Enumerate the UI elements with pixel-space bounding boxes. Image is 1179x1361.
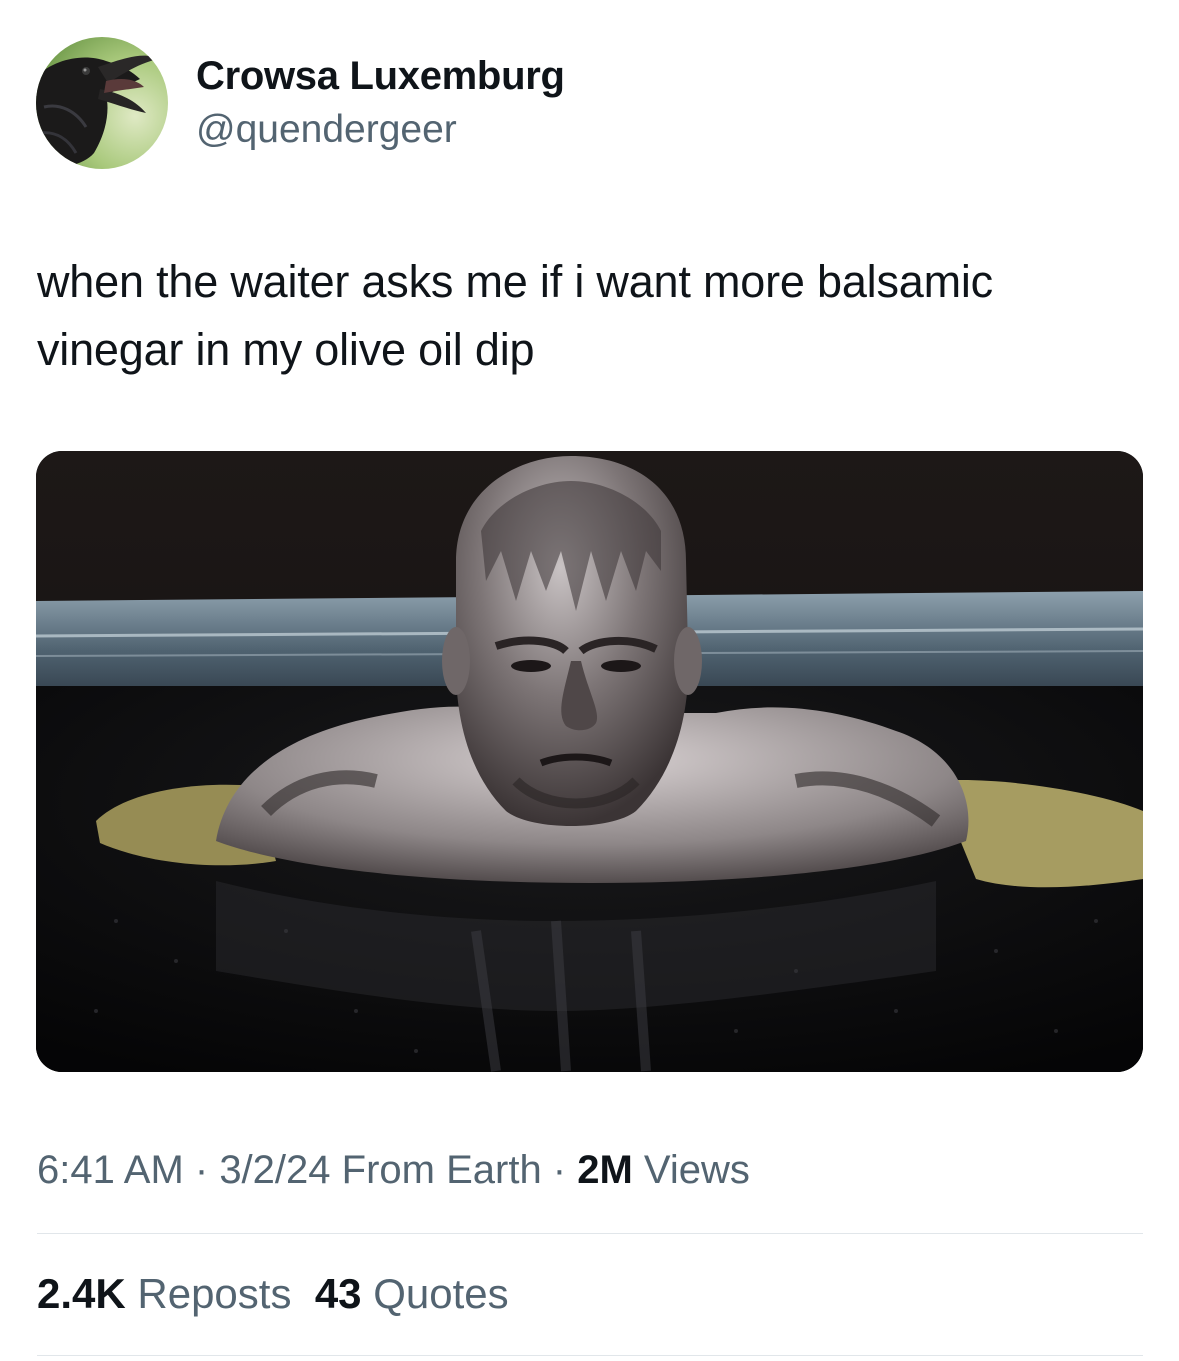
meta-separator: · xyxy=(541,1148,578,1192)
quotes-stat[interactable]: 43 Quotes xyxy=(315,1270,509,1317)
user-handle[interactable]: @quendergeer xyxy=(196,106,457,154)
tweet-time[interactable]: 6:41 AM xyxy=(37,1148,184,1192)
photo-bald-man-in-dark-liquid-icon xyxy=(36,451,1143,1072)
tweet-text-line-1: when the waiter asks me if i want more b… xyxy=(37,256,993,307)
tweet-stats: 2.4K Reposts 43 Quotes xyxy=(37,1266,509,1322)
views-count: 2M xyxy=(577,1148,633,1192)
tweet-text: when the waiter asks me if i want more b… xyxy=(37,248,1147,384)
tweet-date[interactable]: 3/2/24 xyxy=(219,1148,330,1192)
display-name[interactable]: Crowsa Luxemburg xyxy=(196,52,565,100)
tweet-meta: 6:41 AM · 3/2/24 From Earth · 2M Views xyxy=(37,1143,750,1197)
reposts-label: Reposts xyxy=(125,1270,292,1317)
avatar[interactable] xyxy=(36,37,168,169)
tweet-source: From Earth xyxy=(330,1148,542,1192)
divider xyxy=(37,1233,1143,1234)
crow-avatar-icon xyxy=(36,37,168,169)
tweet-media-image[interactable] xyxy=(36,451,1143,1072)
reposts-stat[interactable]: 2.4K Reposts xyxy=(37,1270,291,1317)
quotes-count: 43 xyxy=(314,1270,362,1317)
quotes-label: Quotes xyxy=(361,1270,509,1317)
views-label: Views xyxy=(632,1148,750,1192)
meta-separator: · xyxy=(183,1148,220,1192)
divider xyxy=(37,1355,1143,1356)
tweet-text-line-2: vinegar in my olive oil dip xyxy=(37,324,535,375)
reposts-count: 2.4K xyxy=(37,1270,126,1317)
